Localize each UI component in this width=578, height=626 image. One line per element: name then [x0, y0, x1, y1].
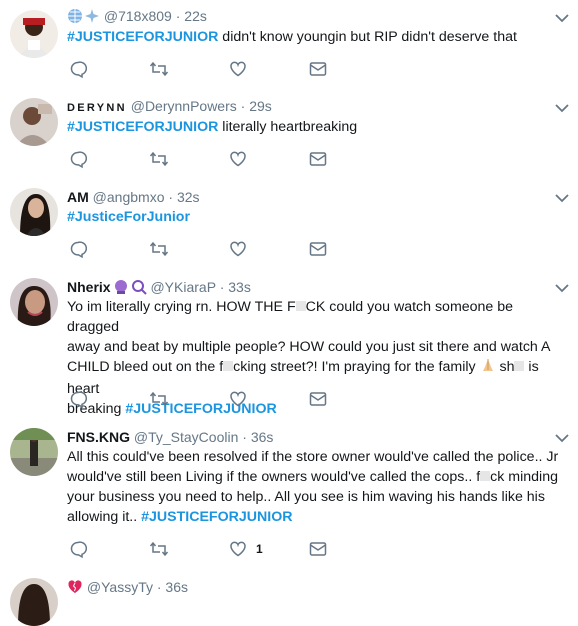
retweet-icon[interactable] — [149, 239, 169, 259]
reply-icon[interactable] — [69, 389, 87, 409]
tweet-actions — [67, 239, 367, 259]
user-handle[interactable]: @YassyTy — [87, 579, 153, 595]
retweet-icon[interactable] — [149, 539, 169, 559]
globe-icon — [67, 8, 83, 29]
avatar[interactable] — [10, 10, 58, 58]
hashtag-link[interactable]: #JUSTICEFORJUNIOR — [67, 29, 218, 45]
avatar[interactable] — [10, 578, 58, 626]
display-name[interactable]: Nherix — [67, 279, 111, 295]
hashtag-link[interactable]: #JUSTICEFORJUNIOR — [67, 119, 218, 135]
timestamp[interactable]: 29s — [249, 98, 272, 114]
censored-text — [480, 471, 491, 481]
tweet-3[interactable]: AM @angbmxo · 32s #JusticeForJunior — [0, 178, 578, 269]
user-handle[interactable]: @718x809 — [104, 8, 172, 24]
user-handle[interactable]: @YKiaraP — [150, 279, 215, 295]
tweet-text: #JUSTICEFORJUNIOR didn't know youngin bu… — [67, 29, 517, 45]
timestamp[interactable]: 36s — [165, 579, 188, 595]
heart-icon — [230, 541, 246, 557]
chevron-down-icon[interactable] — [554, 280, 570, 296]
chevron-down-icon[interactable] — [554, 430, 570, 446]
user-handle[interactable]: @Ty_StayCoolin — [134, 429, 238, 445]
timestamp[interactable]: 22s — [184, 8, 207, 24]
timestamp[interactable]: 32s — [177, 189, 200, 205]
chevron-down-icon[interactable] — [554, 100, 570, 116]
chevron-down-icon[interactable] — [554, 190, 570, 206]
tweet-header: FNS.KNG @Ty_StayCoolin · 36s — [67, 429, 274, 445]
reply-icon[interactable] — [69, 59, 87, 79]
retweet-icon[interactable] — [149, 59, 169, 79]
tweet-header: Nherix @YKiaraP · 33s — [67, 277, 251, 297]
like-count: 1 — [256, 542, 263, 556]
reply-icon[interactable] — [69, 539, 87, 559]
retweet-icon[interactable] — [149, 389, 169, 409]
hashtag-link[interactable]: #JusticeForJunior — [67, 209, 190, 225]
tweet-5[interactable]: FNS.KNG @Ty_StayCoolin · 36s All this co… — [0, 418, 578, 569]
tweet-header: AM @angbmxo · 32s — [67, 189, 200, 205]
tweet-header: DERYNN @DerynnPowers · 29s — [67, 98, 272, 114]
censored-text — [295, 301, 306, 311]
tweet-2[interactable]: DERYNN @DerynnPowers · 29s #JUSTICEFORJU… — [0, 88, 578, 179]
tweet-4[interactable]: Nherix @YKiaraP · 33s Yo im literally cr… — [0, 268, 578, 419]
heart-icon[interactable] — [229, 59, 247, 79]
reply-icon[interactable] — [69, 239, 87, 259]
direct-message-icon[interactable] — [309, 149, 327, 169]
retweet-icon[interactable] — [149, 149, 169, 169]
direct-message-icon[interactable] — [309, 539, 327, 559]
sparkles-icon — [84, 8, 100, 29]
tweet-text: #JusticeForJunior — [67, 207, 567, 227]
avatar[interactable] — [10, 278, 58, 326]
tweet-header: @718x809 · 22s — [67, 6, 207, 26]
reply-icon[interactable] — [69, 149, 87, 169]
tweet-actions — [67, 389, 367, 409]
like-button[interactable]: 1 — [229, 539, 263, 559]
hashtag-link[interactable]: #JUSTICEFORJUNIOR — [141, 509, 292, 525]
praying-hands-icon — [480, 357, 496, 379]
tweet-header: @YassyTy · 36s — [67, 577, 188, 597]
display-name[interactable]: FNS.KNG — [67, 429, 130, 445]
timestamp[interactable]: 36s — [251, 429, 274, 445]
timestamp[interactable]: 33s — [228, 279, 251, 295]
tweet-text: #JUSTICEFORJUNIOR literally heartbreakin… — [67, 119, 358, 135]
direct-message-icon[interactable] — [309, 239, 327, 259]
avatar[interactable] — [10, 188, 58, 236]
display-name[interactable]: AM — [67, 189, 89, 205]
direct-message-icon[interactable] — [309, 59, 327, 79]
tweet-actions — [67, 59, 367, 79]
avatar[interactable] — [10, 98, 58, 146]
tweet-actions: 1 — [67, 539, 367, 559]
censored-text — [223, 361, 234, 371]
direct-message-icon[interactable] — [309, 389, 327, 409]
heart-icon[interactable] — [229, 239, 247, 259]
censored-text — [514, 361, 525, 371]
tweet-text: All this could've been resolved if the s… — [67, 449, 559, 525]
tweet-6[interactable]: @YassyTy · 36s — [0, 568, 578, 626]
tweet-actions — [67, 149, 367, 169]
heart-icon[interactable] — [229, 149, 247, 169]
avatar[interactable] — [10, 428, 58, 476]
display-name[interactable]: DERYNN — [67, 102, 127, 114]
chevron-down-icon[interactable] — [554, 10, 570, 26]
tweet-1[interactable]: @718x809 · 22s #JUSTICEFORJUNIOR didn't … — [0, 0, 578, 89]
heart-icon[interactable] — [229, 389, 247, 409]
user-handle[interactable]: @angbmxo — [93, 189, 165, 205]
user-handle[interactable]: @DerynnPowers — [131, 98, 237, 114]
